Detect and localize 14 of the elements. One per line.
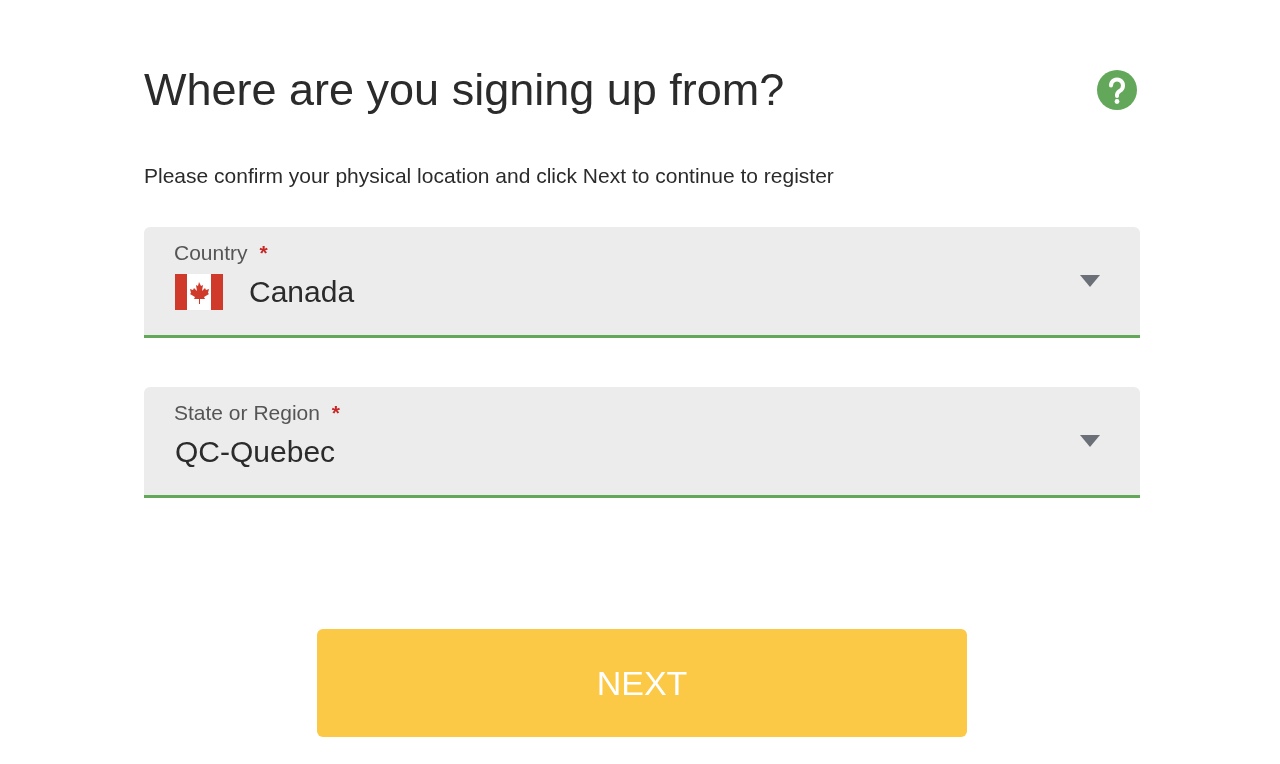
field-label: Country <box>174 241 248 264</box>
field-value: Canada <box>249 275 355 309</box>
page-title: Where are you signing up from? <box>144 63 785 117</box>
field-value: QC-Quebec <box>175 435 336 469</box>
dropdown-field[interactable]: Country * Canada <box>144 227 1140 338</box>
required-mark: * <box>331 401 340 424</box>
field-label: State or Region <box>174 401 320 424</box>
caret-icon <box>1080 275 1100 287</box>
dropdown-field[interactable]: State or Region * QC-Quebec <box>144 387 1140 498</box>
caret-icon <box>1080 435 1100 447</box>
required-mark: * <box>259 241 268 264</box>
help-icon[interactable] <box>1097 70 1137 110</box>
flag-icon <box>175 274 223 310</box>
instruction-text: Please confirm your physical location and click Next to continue to register <box>144 163 835 189</box>
